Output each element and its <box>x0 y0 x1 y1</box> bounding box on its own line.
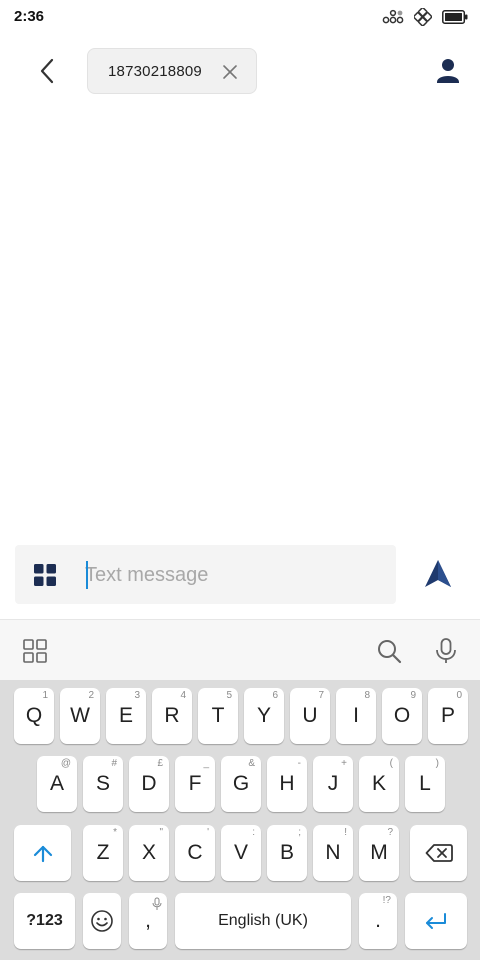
enter-key[interactable] <box>405 893 467 949</box>
key-q[interactable]: Q1 <box>14 688 54 744</box>
grid-menu-icon[interactable] <box>21 637 49 665</box>
key-f[interactable]: F _ <box>175 756 215 812</box>
enter-arrow-icon <box>426 913 446 929</box>
key-k[interactable]: K( <box>359 756 399 812</box>
status-icons <box>382 8 468 26</box>
key-h[interactable]: H- <box>267 756 307 812</box>
key-u[interactable]: U7 <box>290 688 330 744</box>
battery-icon <box>442 10 468 24</box>
compose-bar <box>15 545 396 604</box>
key-e[interactable]: E3 <box>106 688 146 744</box>
search-icon[interactable] <box>375 637 403 665</box>
period-key[interactable]: .!? <box>359 893 397 949</box>
send-icon[interactable] <box>420 556 456 592</box>
voice-input-hint-icon <box>152 897 162 910</box>
comma-key[interactable]: , <box>129 893 167 949</box>
key-x[interactable]: X " <box>129 825 169 881</box>
shift-arrow-icon <box>33 845 52 863</box>
recipient-chip[interactable]: 18730218809 <box>87 48 257 94</box>
key-g[interactable]: G & <box>221 756 261 812</box>
backspace-icon <box>425 844 453 862</box>
close-icon[interactable] <box>220 62 240 82</box>
key-l[interactable]: L) <box>405 756 445 812</box>
key-z[interactable]: Z * <box>83 825 123 881</box>
key-a[interactable]: A @ <box>37 756 77 812</box>
key-d[interactable]: D £ <box>129 756 169 812</box>
key-r[interactable]: R4 <box>152 688 192 744</box>
network-dots-icon <box>382 9 404 24</box>
space-key[interactable]: English (UK) <box>175 893 351 949</box>
key-p[interactable]: P0 <box>428 688 468 744</box>
keyboard: Q1 W2 E3 R4 T5 Y6 U7 I8 O9 P0 A @ S # D £ F… <box>0 680 480 960</box>
key-i[interactable]: I8 <box>336 688 376 744</box>
emoji-smiley-icon <box>91 910 113 932</box>
key-t[interactable]: T5 <box>198 688 238 744</box>
app-notification-icon <box>414 8 432 26</box>
key-v[interactable]: V: <box>221 825 261 881</box>
key-o[interactable]: O9 <box>382 688 422 744</box>
keyboard-toolbar <box>0 619 480 680</box>
attachment-apps-icon[interactable] <box>33 563 57 587</box>
key-y[interactable]: Y6 <box>244 688 284 744</box>
text-caret <box>86 561 88 589</box>
key-w[interactable]: W2 <box>60 688 100 744</box>
emoji-key[interactable] <box>83 893 121 949</box>
recipient-number: 18730218809 <box>108 62 202 80</box>
key-b[interactable]: B; <box>267 825 307 881</box>
back-button[interactable] <box>30 52 64 90</box>
key-s[interactable]: S # <box>83 756 123 812</box>
key-c[interactable]: C ' <box>175 825 215 881</box>
message-input[interactable] <box>85 557 385 593</box>
chevron-left-icon <box>40 58 54 84</box>
conversation-header: 18730218809 <box>0 40 480 102</box>
key-m[interactable]: M? <box>359 825 399 881</box>
backspace-key[interactable] <box>410 825 467 881</box>
status-time: 2:36 <box>14 8 45 25</box>
key-j[interactable]: J + <box>313 756 353 812</box>
shift-key[interactable] <box>14 825 71 881</box>
status-bar: 2:36 <box>0 0 480 34</box>
microphone-icon[interactable] <box>432 637 460 665</box>
key-n[interactable]: N! <box>313 825 353 881</box>
symbols-key[interactable]: ?123 <box>14 893 75 949</box>
contact-person-icon[interactable] <box>434 56 462 86</box>
